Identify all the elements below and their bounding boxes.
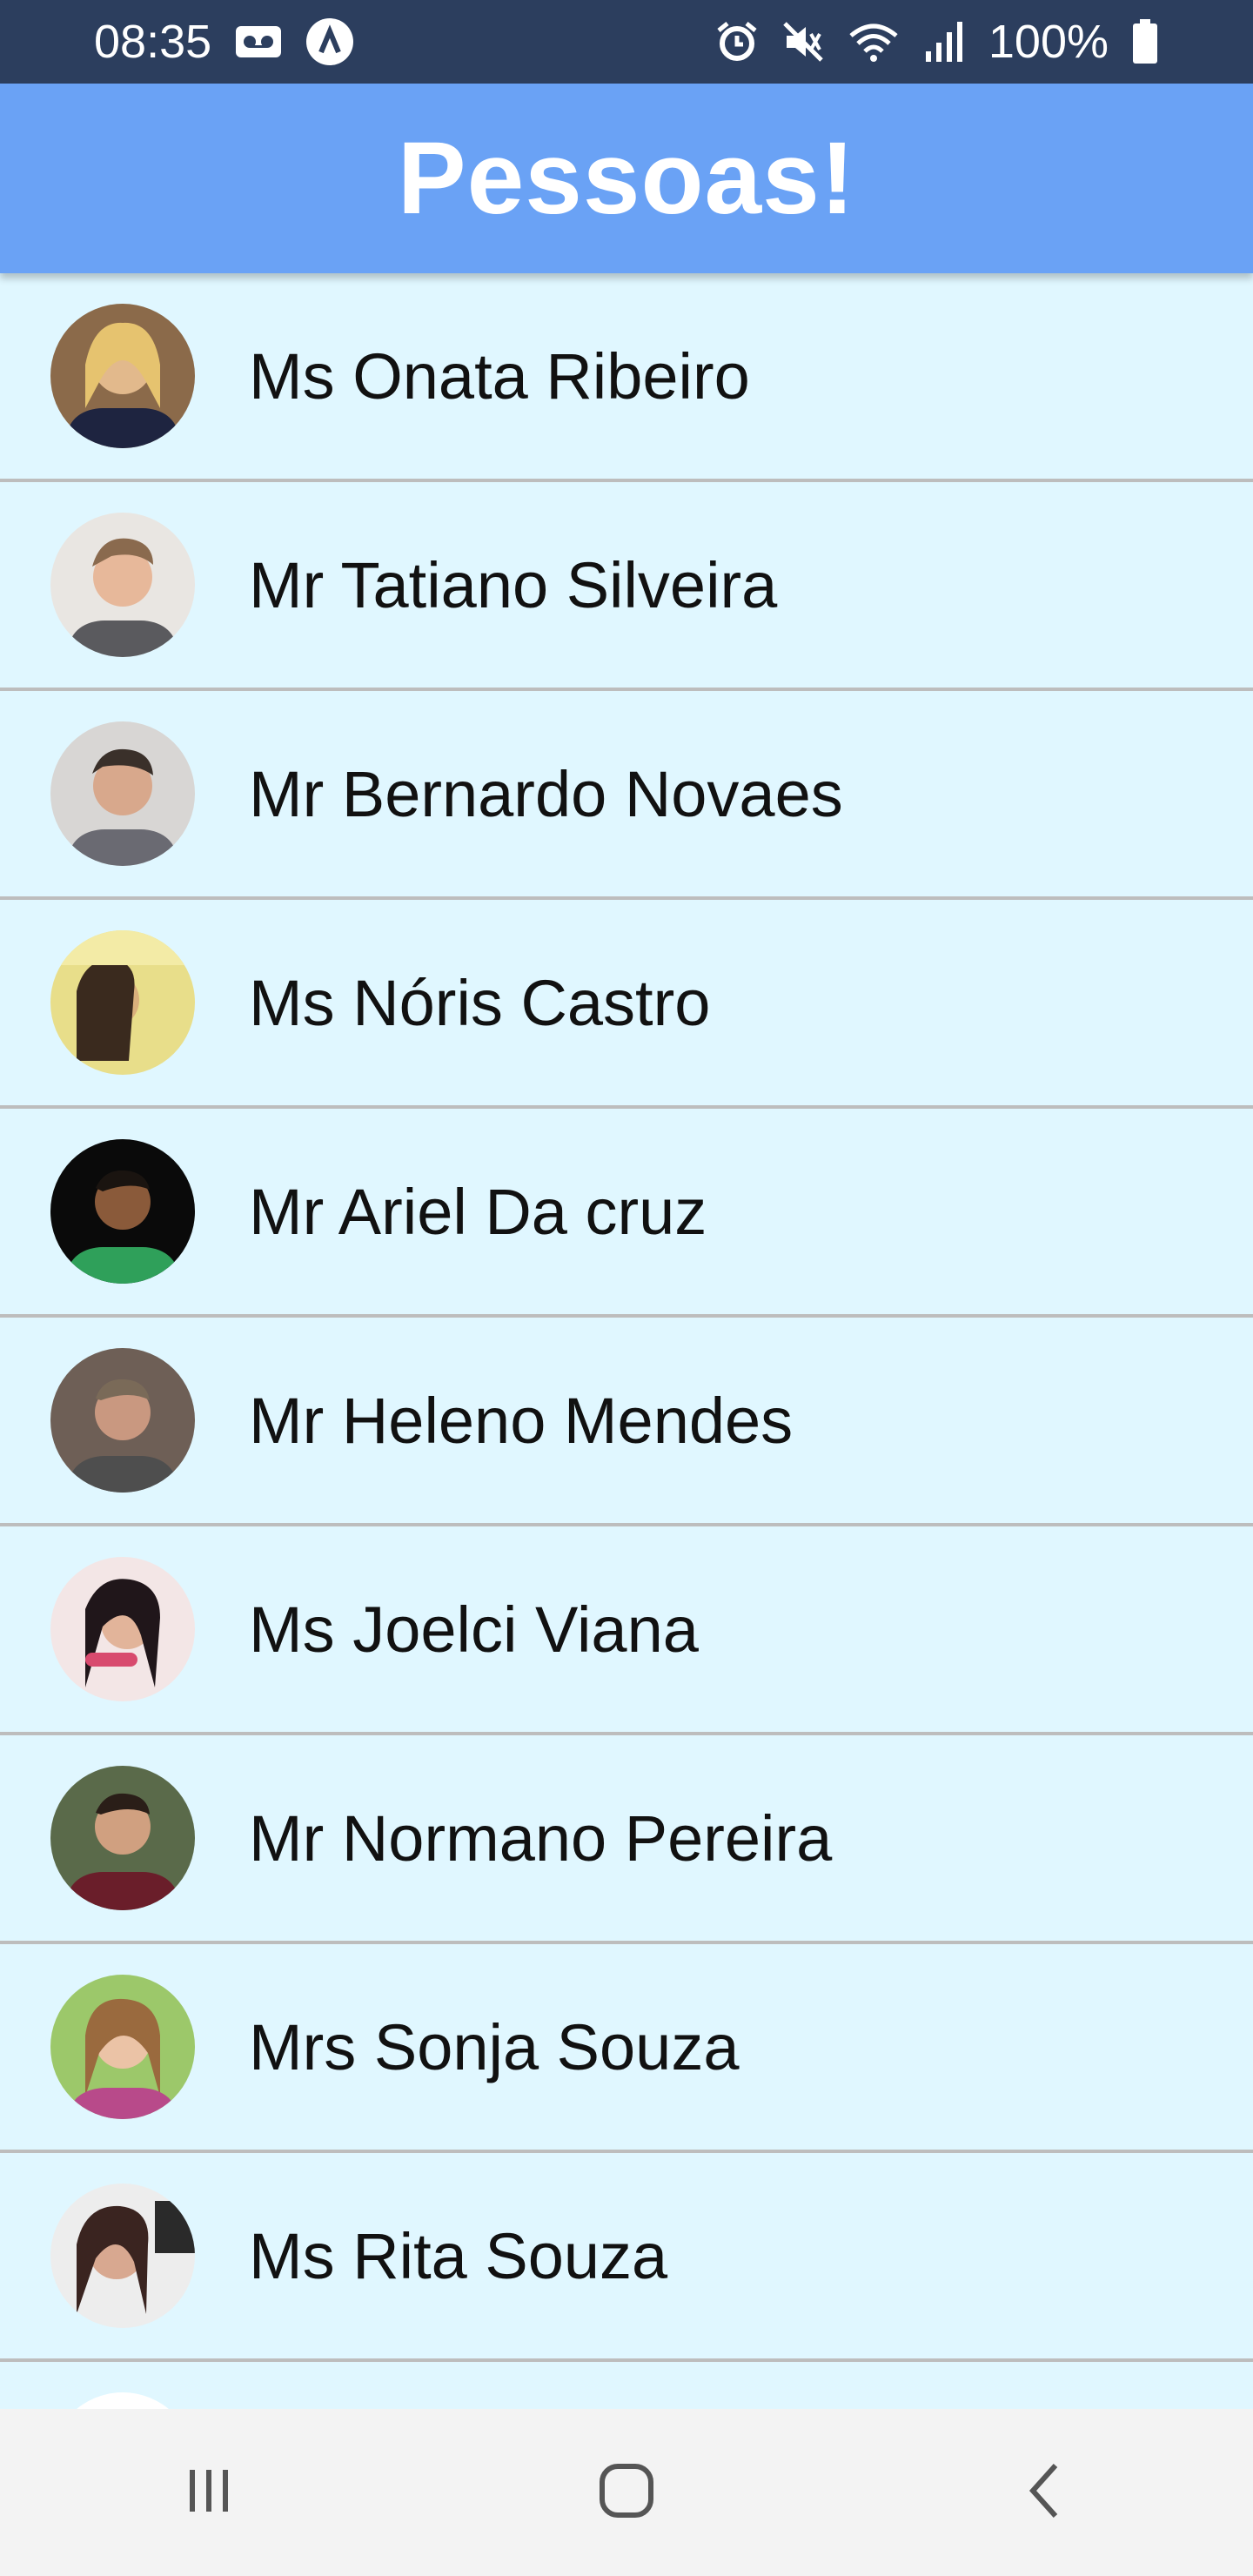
avatar xyxy=(50,930,195,1075)
status-time: 08:35 xyxy=(94,16,212,68)
battery-icon xyxy=(1131,19,1159,64)
voicemail-icon xyxy=(234,23,283,61)
list-item[interactable]: Mrs Sonja Souza xyxy=(0,1944,1253,2153)
mute-icon xyxy=(781,20,825,64)
list-item[interactable]: Ms Nóris Castro xyxy=(0,900,1253,1109)
avatar xyxy=(50,1975,195,2119)
avatar xyxy=(50,513,195,657)
list-item[interactable]: Mr Tatiano Silveira xyxy=(0,482,1253,691)
list-item[interactable] xyxy=(0,2362,1253,2409)
person-name: Mr Ariel Da cruz xyxy=(249,1175,707,1248)
navigation-bar xyxy=(0,2409,1253,2576)
person-name: Ms Onata Ribeiro xyxy=(249,339,750,413)
wifi-icon xyxy=(848,20,900,64)
list-item[interactable]: Mr Heleno Mendes xyxy=(0,1318,1253,1526)
person-name: Mrs Sonja Souza xyxy=(249,2010,740,2083)
page-title: Pessoas! xyxy=(397,121,856,236)
person-name: Ms Rita Souza xyxy=(249,2219,668,2292)
status-left: 08:35 xyxy=(94,15,354,69)
avatar xyxy=(50,1766,195,1910)
back-button[interactable] xyxy=(957,2409,1131,2576)
back-icon xyxy=(1022,2460,1066,2526)
status-right: 100% xyxy=(715,15,1159,69)
app-a-icon xyxy=(305,17,354,66)
person-list[interactable]: Ms Onata Ribeiro Mr Tatiano Silveira Mr … xyxy=(0,273,1253,2409)
person-name: Mr Bernardo Novaes xyxy=(249,757,843,830)
list-item[interactable]: Ms Joelci Viana xyxy=(0,1526,1253,1735)
list-item[interactable]: Ms Rita Souza xyxy=(0,2153,1253,2362)
alarm-icon xyxy=(715,20,759,64)
person-name: Ms Nóris Castro xyxy=(249,966,711,1039)
list-item[interactable]: Mr Ariel Da cruz xyxy=(0,1109,1253,1318)
status-bar: 08:35 100% xyxy=(0,0,1253,84)
app-header: Pessoas! xyxy=(0,84,1253,273)
avatar xyxy=(50,1557,195,1701)
home-button[interactable] xyxy=(539,2409,714,2576)
avatar xyxy=(50,721,195,866)
list-item[interactable]: Ms Onata Ribeiro xyxy=(0,273,1253,482)
avatar xyxy=(50,304,195,448)
avatar xyxy=(50,1348,195,1493)
person-name: Ms Joelci Viana xyxy=(249,1593,699,1666)
signal-icon xyxy=(922,20,966,64)
person-name: Mr Tatiano Silveira xyxy=(249,548,778,621)
person-name: Mr Heleno Mendes xyxy=(249,1384,794,1457)
recent-apps-button[interactable] xyxy=(122,2409,296,2576)
home-icon xyxy=(597,2461,656,2525)
avatar xyxy=(50,2184,195,2328)
list-item[interactable]: Mr Normano Pereira xyxy=(0,1735,1253,1944)
avatar xyxy=(50,2392,195,2409)
list-item[interactable]: Mr Bernardo Novaes xyxy=(0,691,1253,900)
recent-apps-icon xyxy=(183,2465,235,2521)
battery-percent: 100% xyxy=(988,16,1109,68)
person-name: Mr Normano Pereira xyxy=(249,1801,833,1875)
avatar xyxy=(50,1139,195,1284)
